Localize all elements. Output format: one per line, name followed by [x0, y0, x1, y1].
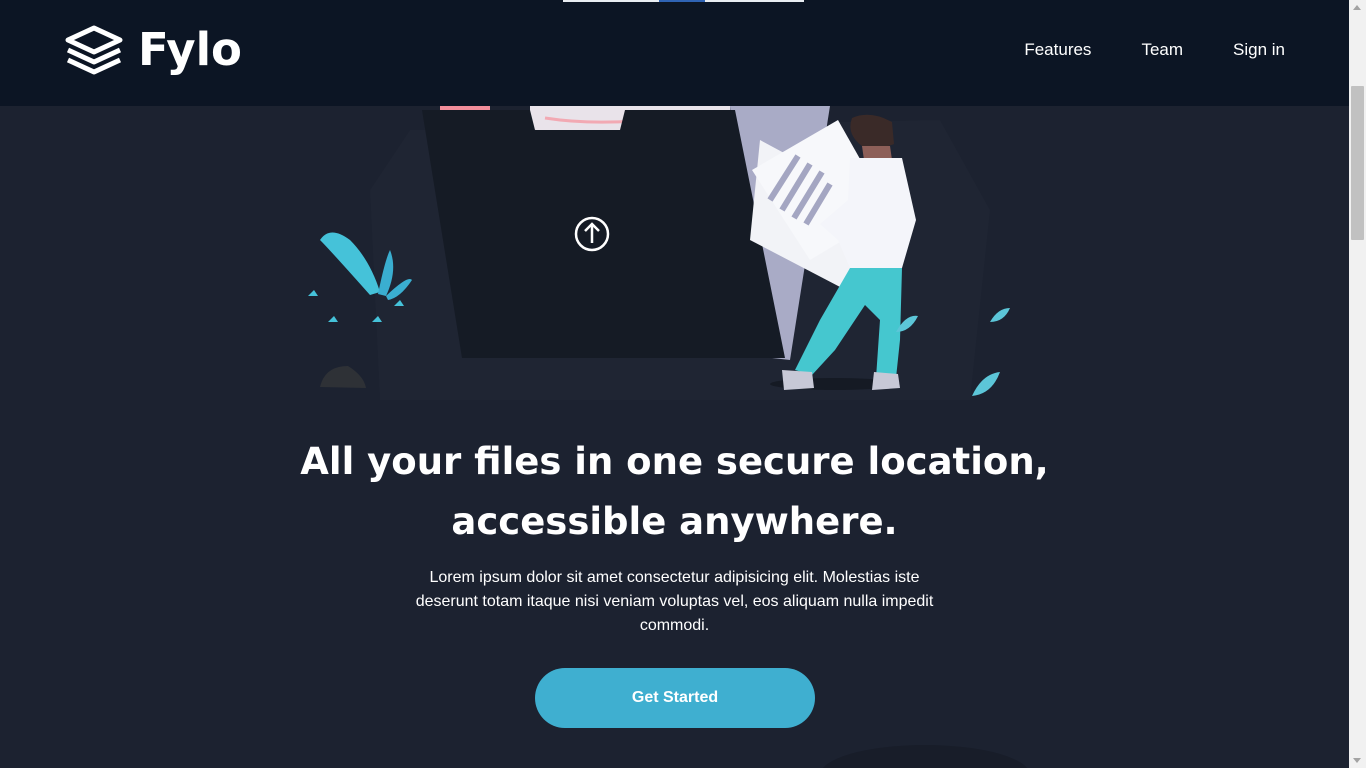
- stacked-layers-icon: [65, 25, 123, 75]
- nav-link-team[interactable]: Team: [1141, 40, 1183, 60]
- bottom-decoration: [820, 745, 1030, 768]
- nav-link-features[interactable]: Features: [1024, 40, 1091, 60]
- hero-illustration: [308, 100, 1010, 400]
- headline-line-2: accessible anywhere.: [451, 500, 898, 543]
- scroll-up-icon[interactable]: [1353, 5, 1361, 10]
- top-progress-strip: [563, 0, 804, 2]
- brand-logo[interactable]: Fylo: [64, 24, 242, 76]
- leaf-decoration: [990, 308, 1010, 322]
- scroll-thumb[interactable]: [1351, 86, 1364, 240]
- hero-description: Lorem ipsum dolor sit amet consectetur a…: [415, 569, 934, 634]
- rock-decoration: [320, 366, 366, 388]
- headline-line-1: All your files in one secure location,: [300, 440, 1049, 483]
- scroll-down-icon[interactable]: [1353, 758, 1361, 763]
- nav-link-sign-in[interactable]: Sign in: [1233, 40, 1285, 60]
- brand-name: Fylo: [138, 23, 242, 76]
- get-started-button[interactable]: Get Started: [535, 668, 815, 728]
- page: Fylo Features Team Sign in All your file…: [0, 0, 1349, 768]
- site-header: Fylo Features Team Sign in: [0, 0, 1349, 106]
- leaf-decoration: [972, 372, 1000, 396]
- vertical-scrollbar[interactable]: [1349, 0, 1366, 768]
- main-nav: Features Team Sign in: [1024, 40, 1285, 60]
- hero-headline: All your files in one secure location, a…: [0, 432, 1349, 552]
- upload-folder: [422, 110, 785, 358]
